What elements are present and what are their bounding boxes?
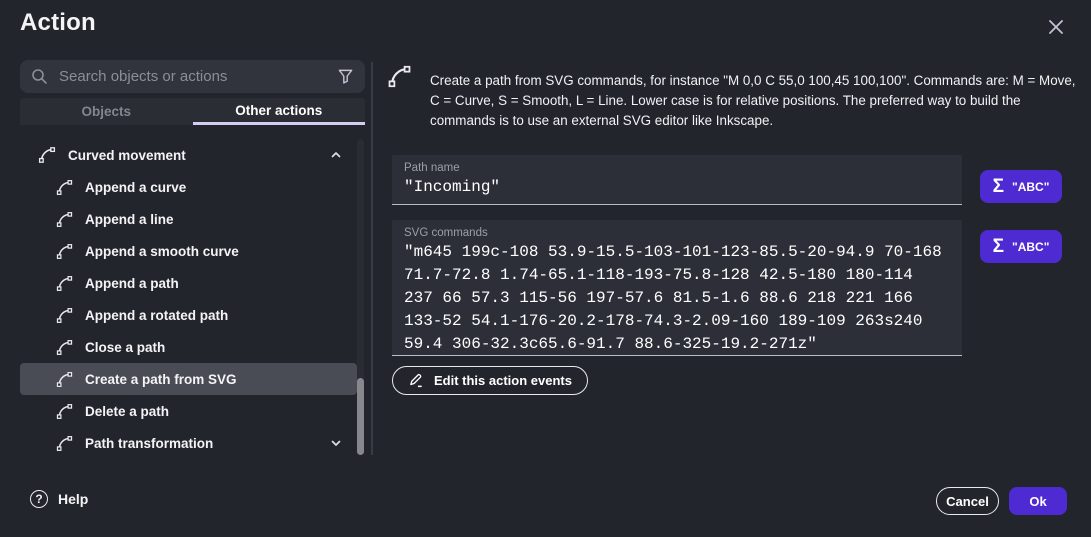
field-value[interactable]: "m645 199c-108 53.9-15.5-103-101-123-85.… bbox=[404, 241, 950, 356]
field-label: Path name bbox=[404, 162, 950, 174]
curve-icon bbox=[55, 370, 74, 389]
list-item-label: Delete a path bbox=[85, 404, 169, 419]
edit-button-label: Edit this action events bbox=[434, 373, 572, 388]
actions-list: Curved movement Append a curve Append a … bbox=[20, 139, 357, 459]
svg-commands-field[interactable]: SVG commands "m645 199c-108 53.9-15.5-10… bbox=[392, 220, 962, 356]
curve-icon bbox=[55, 210, 74, 229]
list-scrollbar[interactable] bbox=[357, 139, 364, 455]
field-label: SVG commands bbox=[404, 227, 950, 239]
tab-other-actions[interactable]: Other actions bbox=[193, 98, 366, 125]
list-item-label: Append a rotated path bbox=[85, 308, 228, 323]
chevron-down-icon[interactable] bbox=[329, 436, 343, 450]
scrollbar-thumb[interactable] bbox=[357, 378, 364, 455]
curve-icon bbox=[55, 338, 74, 357]
field-value[interactable]: "Incoming" bbox=[404, 176, 950, 198]
dialog-title: Action bbox=[20, 9, 96, 37]
filter-icon[interactable] bbox=[337, 68, 354, 85]
list-item-close-a-path[interactable]: Close a path bbox=[20, 331, 357, 363]
chevron-up-icon[interactable] bbox=[329, 148, 343, 162]
expression-button-label: "ABC" bbox=[1012, 240, 1049, 254]
list-group-curved-movement[interactable]: Curved movement bbox=[20, 139, 357, 171]
curve-icon bbox=[37, 145, 57, 165]
close-icon bbox=[1047, 18, 1065, 36]
help-label: Help bbox=[58, 491, 88, 507]
list-item-append-a-rotated-path[interactable]: Append a rotated path bbox=[20, 299, 357, 331]
panel-divider bbox=[371, 62, 373, 455]
close-button[interactable] bbox=[1045, 16, 1067, 38]
list-item-label: Append a line bbox=[85, 212, 174, 227]
list-item-append-a-line[interactable]: Append a line bbox=[20, 203, 357, 235]
curve-icon bbox=[55, 242, 74, 261]
list-item-label: Path transformation bbox=[85, 436, 213, 451]
list-item-label: Append a path bbox=[85, 276, 179, 291]
help-link[interactable]: ? Help bbox=[30, 490, 88, 508]
list-item-append-a-curve[interactable]: Append a curve bbox=[20, 171, 357, 203]
ok-button[interactable]: Ok bbox=[1009, 487, 1067, 515]
list-item-label: Append a curve bbox=[85, 180, 186, 195]
search-box[interactable] bbox=[20, 60, 365, 93]
sigma-icon: Σ bbox=[993, 177, 1004, 196]
curve-icon bbox=[55, 434, 74, 453]
curve-icon bbox=[55, 274, 74, 293]
edit-action-events-button[interactable]: Edit this action events bbox=[392, 366, 588, 395]
path-name-field[interactable]: Path name "Incoming" bbox=[392, 155, 962, 205]
list-item-label: Close a path bbox=[85, 340, 165, 355]
list-item-append-a-path[interactable]: Append a path bbox=[20, 267, 357, 299]
cancel-button[interactable]: Cancel bbox=[936, 487, 999, 515]
list-item-label: Create a path from SVG bbox=[85, 372, 237, 387]
pencil-icon bbox=[408, 372, 425, 389]
tab-bar: Objects Other actions bbox=[20, 98, 365, 125]
list-item-label: Curved movement bbox=[68, 148, 186, 163]
list-item-delete-a-path[interactable]: Delete a path bbox=[20, 395, 357, 427]
search-icon bbox=[31, 68, 48, 85]
expression-editor-button[interactable]: Σ "ABC" bbox=[980, 230, 1062, 263]
list-item-append-a-smooth-curve[interactable]: Append a smooth curve bbox=[20, 235, 357, 267]
tab-objects[interactable]: Objects bbox=[20, 98, 193, 125]
list-group-path-transformation[interactable]: Path transformation bbox=[20, 427, 357, 459]
search-input[interactable] bbox=[57, 67, 328, 86]
help-icon: ? bbox=[30, 490, 48, 508]
list-item-label: Append a smooth curve bbox=[85, 244, 239, 259]
expression-editor-button[interactable]: Σ "ABC" bbox=[980, 170, 1062, 203]
sigma-icon: Σ bbox=[993, 237, 1004, 256]
curve-icon bbox=[55, 402, 74, 421]
curve-icon bbox=[55, 178, 74, 197]
expression-button-label: "ABC" bbox=[1012, 180, 1049, 194]
list-item-create-a-path-from-svg[interactable]: Create a path from SVG bbox=[20, 363, 357, 395]
curve-icon bbox=[386, 63, 413, 90]
curve-icon bbox=[55, 306, 74, 325]
action-description: Create a path from SVG commands, for ins… bbox=[430, 71, 1076, 131]
